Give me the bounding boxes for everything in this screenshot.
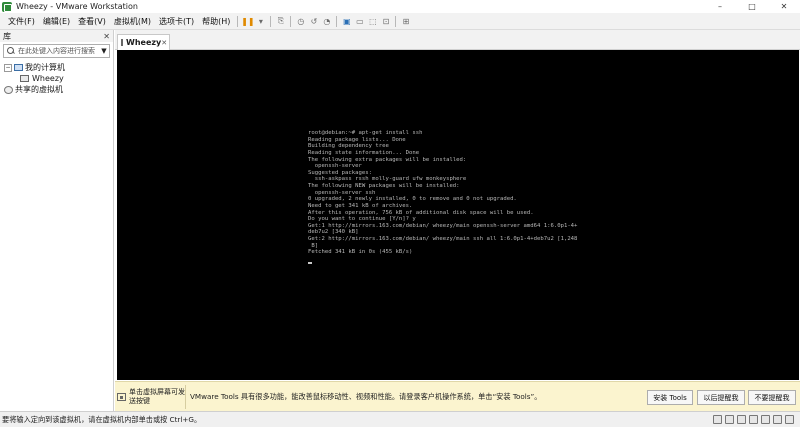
notification-bar: 单击虚拟屏幕可发送按键 VMware Tools 具有很多功能，能改善鼠标移动性… bbox=[115, 381, 800, 411]
vm-console[interactable]: root@debian:~# apt-get install ssh Readin… bbox=[117, 50, 799, 380]
maximize-button[interactable]: □ bbox=[736, 0, 768, 13]
terminal-line: Get:2 http://mirrors.163.com/debian/ whe… bbox=[308, 236, 578, 242]
sound-icon[interactable] bbox=[761, 415, 770, 424]
terminal-line: root@debian:~# apt-get install ssh bbox=[308, 130, 423, 136]
tab-strip: Wheezy ✕ bbox=[115, 30, 800, 50]
message-icon[interactable] bbox=[785, 415, 794, 424]
device-icons bbox=[713, 415, 794, 424]
status-text: 要将输入定向到该虚拟机，请在虚拟机内部单击或按 Ctrl+G。 bbox=[2, 415, 202, 424]
tree-label: 我的计算机 bbox=[25, 63, 65, 72]
window-controls: – □ ✕ bbox=[704, 0, 800, 13]
display-icon[interactable] bbox=[773, 415, 782, 424]
pause-icon[interactable]: ❚❚ bbox=[241, 15, 254, 28]
tree-item-my-computer[interactable]: − 我的计算机 bbox=[0, 62, 113, 73]
tree-label: 共享的虚拟机 bbox=[15, 85, 63, 94]
search-dropdown-icon[interactable]: ▼ bbox=[99, 47, 109, 55]
terminal-output: root@debian:~# apt-get install ssh Readin… bbox=[308, 130, 577, 256]
terminal-line: deb7u2 [340 kB] bbox=[308, 229, 359, 236]
menu-tabs[interactable]: 选项卡(T) bbox=[155, 16, 198, 27]
view-icon[interactable]: ⊞ bbox=[399, 15, 412, 28]
terminal-line: openssh-server bbox=[308, 163, 362, 170]
manage-snapshots-icon[interactable]: ◔ bbox=[320, 15, 333, 28]
toolbar-separator bbox=[270, 15, 272, 27]
terminal-line: openssh-server ssh bbox=[308, 189, 376, 196]
terminal-line: ssh-askpass rssh molly-guard ufw monkeys… bbox=[308, 176, 467, 183]
library-sidebar: 库 ✕ 在此处键入内容进行搜索 ▼ − 我的计算机 Wheezy 共享的虚拟机 bbox=[0, 30, 114, 411]
terminal-line: Building dependency tree bbox=[308, 143, 389, 150]
usb-icon[interactable] bbox=[749, 415, 758, 424]
collapse-icon[interactable]: − bbox=[4, 63, 12, 72]
vm-tree: − 我的计算机 Wheezy 共享的虚拟机 bbox=[0, 62, 113, 95]
install-tools-button[interactable]: 安装 Tools bbox=[647, 390, 693, 405]
tab-wheezy[interactable]: Wheezy ✕ bbox=[117, 34, 170, 50]
search-input[interactable]: 在此处键入内容进行搜索 bbox=[16, 46, 99, 56]
dropdown-icon[interactable]: ▾ bbox=[254, 15, 267, 28]
vm-icon bbox=[121, 39, 123, 46]
title-bar: Wheezy - VMware Workstation – □ ✕ bbox=[0, 0, 800, 13]
close-button[interactable]: ✕ bbox=[768, 0, 800, 13]
hard-disk-icon[interactable] bbox=[713, 415, 722, 424]
terminal-line: Do you want to continue [Y/n]? y bbox=[308, 216, 416, 223]
terminal-line: B] bbox=[308, 242, 319, 249]
console-view-icon[interactable]: ▭ bbox=[353, 15, 366, 28]
remind-later-button[interactable]: 以后提醒我 bbox=[697, 390, 745, 405]
terminal-line: Reading package lists... Done bbox=[308, 136, 406, 143]
terminal-line: The following extra packages will be ins… bbox=[308, 156, 467, 163]
tree-label: Wheezy bbox=[32, 74, 64, 83]
terminal-line: Suggested packages: bbox=[308, 169, 372, 176]
vm-icon bbox=[20, 75, 29, 82]
terminal-cursor bbox=[308, 262, 312, 264]
menu-help[interactable]: 帮助(H) bbox=[198, 16, 234, 27]
send-ctrl-alt-del-icon[interactable]: ⎘ bbox=[274, 15, 287, 28]
tree-item-wheezy[interactable]: Wheezy bbox=[0, 73, 113, 84]
search-icon bbox=[6, 46, 16, 56]
revert-snapshot-icon[interactable]: ↺ bbox=[307, 15, 320, 28]
click-hint: 单击虚拟屏幕可发送按键 bbox=[117, 385, 187, 409]
hint-text: 单击虚拟屏幕可发送按键 bbox=[129, 388, 185, 405]
menu-bar: 文件(F) 编辑(E) 查看(V) 虚拟机(M) 选项卡(T) 帮助(H) ❚❚… bbox=[0, 13, 800, 30]
tools-message: VMware Tools 具有很多功能，能改善鼠标移动性、视频和性能。请登录客户… bbox=[190, 392, 542, 401]
menu-edit[interactable]: 编辑(E) bbox=[39, 16, 74, 27]
terminal-line: Need to get 341 kB of archives. bbox=[308, 202, 413, 209]
terminal-line: 0 upgraded, 2 newly installed, 0 to remo… bbox=[308, 196, 517, 203]
terminal-line: The following NEW packages will be insta… bbox=[308, 183, 460, 189]
tree-item-shared-vms[interactable]: 共享的虚拟机 bbox=[0, 84, 113, 95]
terminal-line: Get:1 http://mirrors.163.com/debian/ whe… bbox=[308, 222, 578, 229]
terminal-line: After this operation, 756 kB of addition… bbox=[308, 209, 534, 216]
computer-icon bbox=[14, 64, 23, 71]
toolbar-separator bbox=[395, 15, 397, 27]
divider bbox=[185, 385, 186, 409]
network-icon[interactable] bbox=[737, 415, 746, 424]
unity-icon[interactable]: ⊡ bbox=[379, 15, 392, 28]
toolbar-separator bbox=[290, 15, 292, 27]
status-bar: 要将输入定向到该虚拟机，请在虚拟机内部单击或按 Ctrl+G。 bbox=[0, 411, 800, 427]
vmware-logo-icon bbox=[2, 1, 12, 12]
terminal-line: Fetched 341 kB in 0s (455 kB/s) bbox=[308, 249, 413, 256]
menu-file[interactable]: 文件(F) bbox=[4, 16, 39, 27]
menu-view[interactable]: 查看(V) bbox=[74, 16, 110, 27]
menu-vm[interactable]: 虚拟机(M) bbox=[110, 16, 155, 27]
terminal-line: Reading state information... Done bbox=[308, 149, 420, 156]
dont-remind-button[interactable]: 不要提醒我 bbox=[748, 390, 796, 405]
sidebar-icon[interactable]: ▣ bbox=[340, 15, 353, 28]
library-title: 库 bbox=[3, 31, 11, 41]
cd-dvd-icon[interactable] bbox=[725, 415, 734, 424]
library-header: 库 ✕ bbox=[0, 30, 113, 42]
shared-vm-icon bbox=[4, 85, 13, 94]
window-title: Wheezy - VMware Workstation bbox=[16, 2, 138, 11]
toolbar-separator bbox=[336, 15, 338, 27]
vm-screen-icon bbox=[117, 393, 126, 401]
library-close-icon[interactable]: ✕ bbox=[103, 32, 110, 41]
tab-label: Wheezy bbox=[126, 38, 162, 47]
library-search[interactable]: 在此处键入内容进行搜索 ▼ bbox=[3, 44, 110, 58]
tab-close-icon[interactable]: ✕ bbox=[161, 39, 167, 47]
toolbar-separator bbox=[237, 15, 239, 27]
snapshot-icon[interactable]: ◷ bbox=[294, 15, 307, 28]
fullscreen-icon[interactable]: ⬚ bbox=[366, 15, 379, 28]
minimize-button[interactable]: – bbox=[704, 0, 736, 13]
